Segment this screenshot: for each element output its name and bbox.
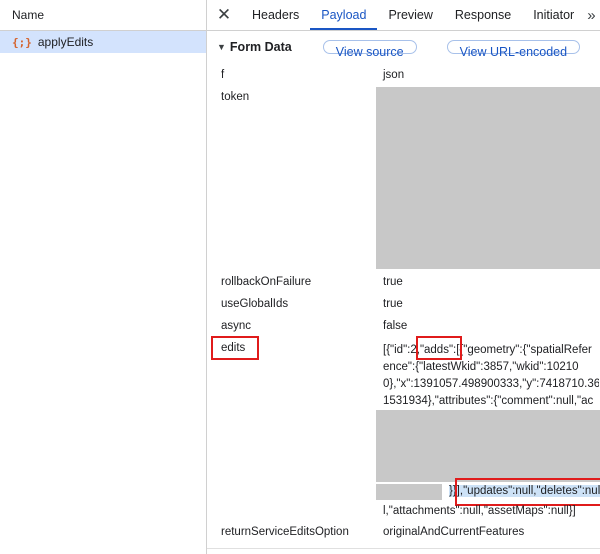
more-tabs-icon[interactable]: » bbox=[587, 7, 595, 24]
request-details-panel: ✕ Headers Payload Preview Response Initi… bbox=[207, 0, 600, 554]
script-request-icon: {;} bbox=[12, 35, 32, 49]
redacted-token-block bbox=[376, 87, 600, 269]
request-row-applyedits[interactable]: {;} applyEdits bbox=[0, 31, 206, 53]
field-key-f: f bbox=[221, 69, 225, 81]
close-icon[interactable]: ✕ bbox=[207, 5, 241, 25]
details-tabbar: ✕ Headers Payload Preview Response Initi… bbox=[207, 0, 600, 31]
edits-line-3: 0},"x":1391057.498900333,"y":7418710.36 bbox=[383, 378, 599, 390]
field-key-token: token bbox=[221, 91, 250, 103]
collapse-triangle-icon[interactable]: ▼ bbox=[217, 42, 226, 52]
bottom-divider bbox=[207, 548, 600, 549]
view-url-encoded-button[interactable]: View URL-encoded bbox=[446, 40, 581, 59]
view-source-button[interactable]: View source bbox=[322, 40, 417, 59]
tab-response[interactable]: Response bbox=[444, 0, 522, 30]
field-value-return-option: originalAndCurrentFeatures bbox=[383, 526, 525, 538]
edits-line-4: 1531934},"attributes":{"comment":null,"a… bbox=[383, 395, 594, 407]
redacted-edits-block bbox=[376, 410, 600, 482]
tab-headers[interactable]: Headers bbox=[241, 0, 310, 30]
field-value-async: false bbox=[383, 320, 408, 332]
form-data-title[interactable]: Form Data bbox=[230, 40, 292, 54]
edits-line-6: l,"attachments":null,"assetMaps":null}] bbox=[383, 505, 576, 517]
annotation-box-edits bbox=[211, 336, 259, 360]
tab-initiator[interactable]: Initiator bbox=[522, 0, 585, 30]
field-key-rollback: rollbackOnFailure bbox=[221, 276, 312, 288]
request-name: applyEdits bbox=[37, 35, 94, 49]
annotation-box-updates-deletes bbox=[455, 478, 600, 506]
field-value-f: json bbox=[383, 69, 405, 81]
field-key-async: async bbox=[221, 320, 252, 332]
form-data-header: ▼ Form Data View source View URL-encoded bbox=[207, 31, 600, 63]
field-value-rollback: true bbox=[383, 276, 403, 288]
edits-line-2: ence":{"latestWkid":3857,"wkid":10210 bbox=[383, 361, 579, 373]
annotation-box-adds bbox=[416, 336, 462, 360]
request-list-panel: Name {;} applyEdits bbox=[0, 0, 207, 554]
name-column-header[interactable]: Name bbox=[0, 0, 206, 31]
field-key-return-option: returnServiceEditsOption bbox=[221, 526, 349, 538]
tab-payload[interactable]: Payload bbox=[310, 0, 378, 30]
tab-preview[interactable]: Preview bbox=[377, 0, 443, 30]
field-key-useglobalids: useGlobalIds bbox=[221, 298, 289, 310]
field-value-useglobalids: true bbox=[383, 298, 403, 310]
